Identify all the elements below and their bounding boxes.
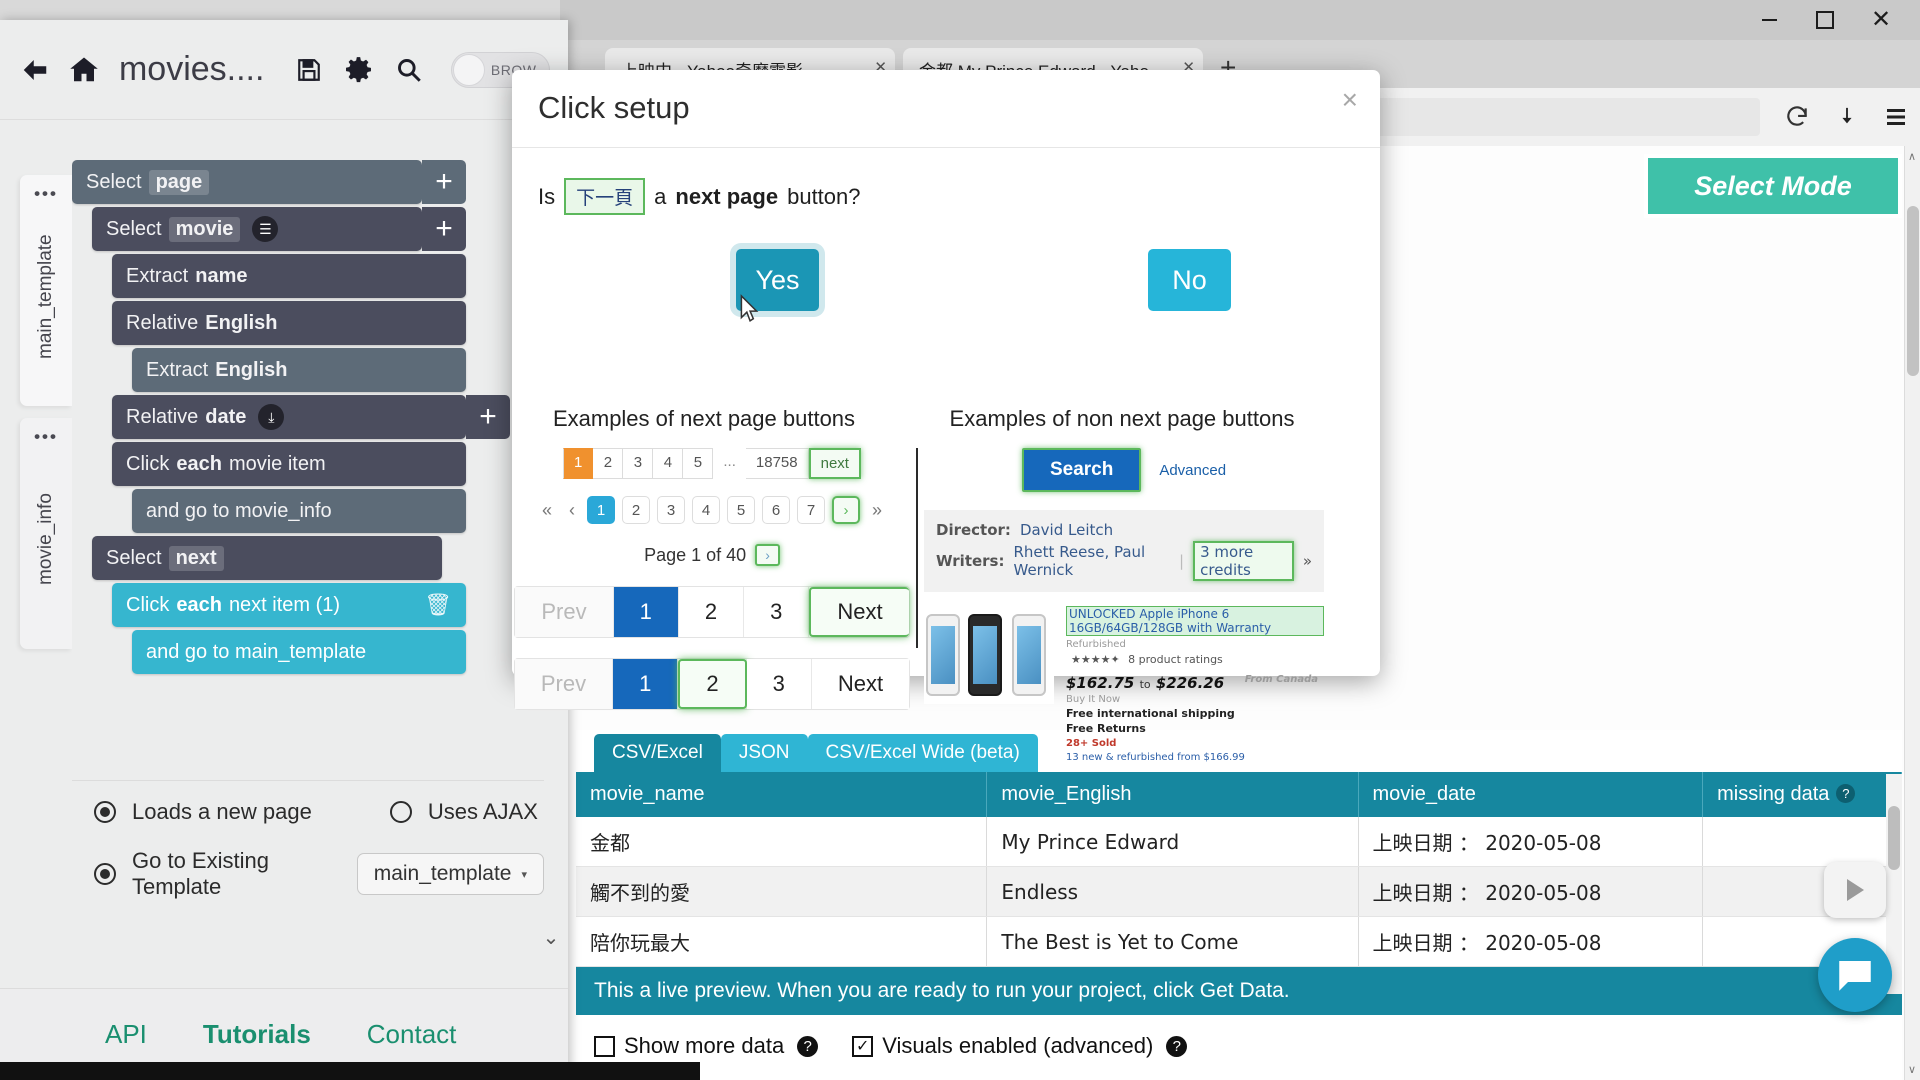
example-ebay-condition: Refurbished xyxy=(1066,639,1324,650)
example-credits-block: Director: David Leitch Writers: Rhett Re… xyxy=(924,510,1324,592)
example-ebay-price-to: to xyxy=(1140,678,1151,691)
example-ebay-sold: 28+ Sold xyxy=(1066,738,1324,749)
example-ebay-photo xyxy=(924,606,1054,704)
modal-overlay: Click setup × Is 下一頁 a next page button?… xyxy=(0,0,1920,1080)
example4-prev-button[interactable]: Prev xyxy=(515,587,613,637)
example-more-credits-arrow: » xyxy=(1303,552,1312,570)
example2-page-4[interactable]: 4 xyxy=(692,496,720,524)
example2-last-icon[interactable]: » xyxy=(867,500,887,521)
phone-icon xyxy=(968,614,1002,696)
modal-question-prefix: Is xyxy=(538,184,555,210)
chat-widget-button[interactable] xyxy=(1818,938,1892,1012)
example-credits-writers-row: Writers: Rhett Reese, Paul Wernick | 3 m… xyxy=(936,541,1312,581)
example-ebay-price-low: $162.75 xyxy=(1066,674,1134,692)
non-next-page-examples: Search Advanced Director: David Leitch W… xyxy=(924,448,1324,763)
example-ebay-from: From Canada xyxy=(1245,674,1318,685)
modal-question-mid: a xyxy=(654,184,666,210)
example-ebay-price-high: $226.26 xyxy=(1156,674,1224,692)
example2-first-icon[interactable]: « xyxy=(537,500,557,521)
example-search-row: Search Advanced xyxy=(924,448,1324,492)
click-setup-modal: Click setup × Is 下一頁 a next page button?… xyxy=(512,70,1380,676)
next-page-examples: 1 2 3 4 5 ... 18758 next « ‹ 1 2 xyxy=(512,448,912,710)
modal-question-bold: next page xyxy=(675,184,778,210)
example-ebay-rating: ★★★★✦ 8 product ratings xyxy=(1066,653,1324,666)
example1-page-5[interactable]: 5 xyxy=(683,448,713,479)
example-more-credits-link[interactable]: 3 more credits xyxy=(1193,541,1294,581)
example2-prev-icon[interactable]: ‹ xyxy=(564,500,580,521)
example5-page-1[interactable]: 1 xyxy=(613,659,678,709)
example-advanced-link[interactable]: Advanced xyxy=(1159,462,1226,479)
modal-question-chip: 下一頁 xyxy=(564,178,645,215)
chat-icon xyxy=(1834,954,1876,996)
star-rating-icon: ★★★★✦ xyxy=(1071,653,1120,666)
no-button[interactable]: No xyxy=(1148,249,1231,311)
examples-next-page-heading: Examples of next page buttons xyxy=(504,406,904,432)
example4-next-button[interactable]: Next xyxy=(809,587,908,637)
example5-page-3[interactable]: 3 xyxy=(747,659,812,709)
example-ebay-price: $162.75 to $226.26 From Canada xyxy=(1066,674,1324,692)
example1-last-page[interactable]: 18758 xyxy=(746,448,809,479)
modal-header: Click setup × xyxy=(512,70,1380,148)
example5-next-button[interactable]: Next xyxy=(812,659,909,709)
example-ebay-listing: UNLOCKED Apple iPhone 6 16GB/64GB/128GB … xyxy=(924,606,1324,763)
example-ebay-title[interactable]: UNLOCKED Apple iPhone 6 16GB/64GB/128GB … xyxy=(1066,606,1324,636)
watermark: CSDN @爱你哦小猪猪 xyxy=(1370,1022,1728,1071)
bottom-black-strip xyxy=(0,1062,700,1080)
example2-page-7[interactable]: 7 xyxy=(797,496,825,524)
example1-page-4[interactable]: 4 xyxy=(653,448,683,479)
example5-group: Prev 1 2 3 Next xyxy=(514,658,910,710)
example5-prev-button[interactable]: Prev xyxy=(515,659,613,709)
example-ebay-rating-count: 8 product ratings xyxy=(1128,653,1223,666)
example-ebay-new-refurbished[interactable]: 13 new & refurbished from $166.99 xyxy=(1066,752,1324,763)
example-ebay-returns: Free Returns xyxy=(1066,722,1324,735)
modal-body: Is 下一頁 a next page button? Yes No Exampl… xyxy=(512,148,1380,676)
example-credits-writers-key: Writers: xyxy=(936,552,1005,570)
example1-ellipsis: ... xyxy=(713,448,746,479)
example-credits-writers-value[interactable]: Rhett Reese, Paul Wernick xyxy=(1014,543,1171,579)
example4-group: Prev 1 2 3 Next xyxy=(514,586,909,638)
modal-title: Click setup xyxy=(538,90,690,126)
example2-page-2[interactable]: 2 xyxy=(622,496,650,524)
example3-page-text: Page 1 of 40 xyxy=(644,545,746,566)
example4-page-2[interactable]: 2 xyxy=(679,587,744,637)
example-credits-director-value[interactable]: David Leitch xyxy=(1020,521,1113,539)
modal-column-divider xyxy=(916,448,918,648)
example2-page-3[interactable]: 3 xyxy=(657,496,685,524)
example-search-button[interactable]: Search xyxy=(1022,448,1141,492)
example4-page-3[interactable]: 3 xyxy=(744,587,809,637)
examples-non-next-page-heading: Examples of non next page buttons xyxy=(922,406,1322,432)
modal-close-icon[interactable]: × xyxy=(1342,84,1358,116)
modal-question: Is 下一頁 a next page button? xyxy=(538,178,1354,215)
video-player-widget[interactable] xyxy=(1824,862,1886,918)
example1-page-1[interactable]: 1 xyxy=(563,448,593,479)
example-credits-director-row: Director: David Leitch xyxy=(936,521,1312,539)
mouse-cursor-icon xyxy=(736,293,762,327)
example-pagination-2: « ‹ 1 2 3 4 5 6 7 › » xyxy=(512,496,912,524)
example-ebay-buy-it-now: Buy It Now xyxy=(1066,694,1324,705)
example1-next-button[interactable]: next xyxy=(809,448,861,479)
play-icon xyxy=(1847,879,1864,901)
example1-page-2[interactable]: 2 xyxy=(593,448,623,479)
modal-answer-buttons: Yes No xyxy=(538,249,1354,349)
example-ebay-info: UNLOCKED Apple iPhone 6 16GB/64GB/128GB … xyxy=(1066,606,1324,763)
example1-page-3[interactable]: 3 xyxy=(623,448,653,479)
example-pagination-4: Prev 1 2 3 Next xyxy=(512,586,912,638)
example2-page-1[interactable]: 1 xyxy=(587,496,615,524)
example-pagination-1: 1 2 3 4 5 ... 18758 next xyxy=(512,448,912,479)
example2-page-6[interactable]: 6 xyxy=(762,496,790,524)
example-pagination-3: Page 1 of 40 › xyxy=(512,544,912,566)
example2-next-icon[interactable]: › xyxy=(832,496,860,524)
phone-icon xyxy=(1012,614,1046,696)
example3-next-icon[interactable]: › xyxy=(755,544,780,566)
modal-question-suffix: button? xyxy=(787,184,860,210)
example-credits-separator: | xyxy=(1179,552,1184,570)
example5-page-2[interactable]: 2 xyxy=(678,659,746,709)
example-ebay-shipping: Free international shipping xyxy=(1066,707,1324,720)
phone-icon xyxy=(926,614,960,696)
example-credits-director-key: Director: xyxy=(936,521,1011,539)
example4-page-1[interactable]: 1 xyxy=(614,587,679,637)
example-pagination-5: Prev 1 2 3 Next xyxy=(512,658,912,710)
example2-page-5[interactable]: 5 xyxy=(727,496,755,524)
